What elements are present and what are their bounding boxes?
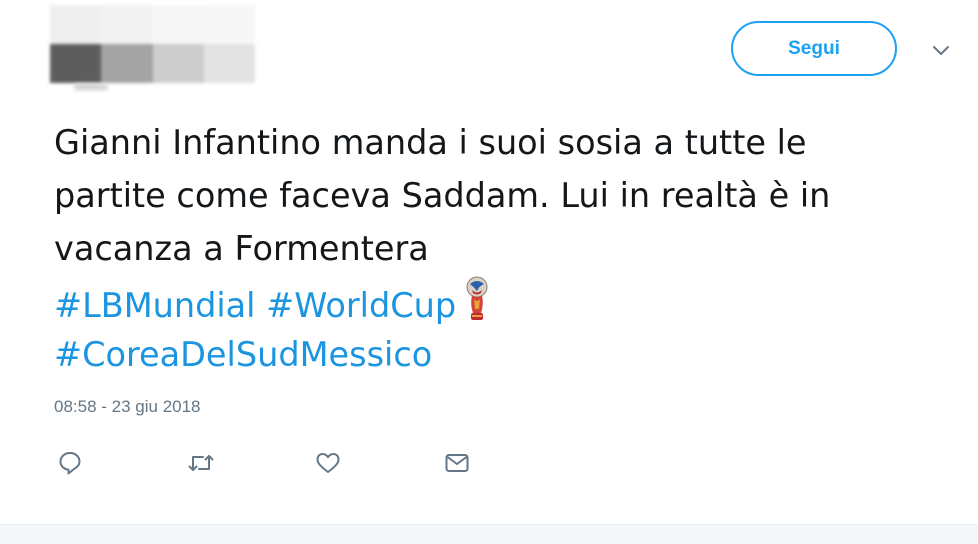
blurred-user-name — [74, 84, 108, 90]
like-icon[interactable] — [313, 449, 343, 477]
hashtag-coreadelsudmessico[interactable]: #CoreaDelSudMessico — [54, 335, 432, 374]
hashtag-lbmundial[interactable]: #LBMundial — [54, 286, 256, 325]
chevron-down-icon[interactable] — [928, 38, 954, 64]
tweet-text-line: Gianni Infantino manda i suoi sosia a tu… — [54, 123, 807, 162]
tweet-bottom-divider — [0, 524, 978, 544]
hashtag-line: #LBMundial #WorldCup — [54, 275, 954, 328]
hashtag-line: #CoreaDelSudMessico — [54, 328, 954, 381]
retweet-icon[interactable] — [186, 449, 216, 477]
blurred-user-avatar[interactable] — [50, 5, 255, 83]
tweet-text-line: partite come faceva Saddam. Lui in realt… — [54, 176, 831, 215]
follow-button[interactable]: Segui — [731, 21, 897, 76]
world-cup-trophy-icon — [464, 275, 490, 338]
tweet-text: Gianni Infantino manda i suoi sosia a tu… — [54, 116, 954, 381]
hashtag-worldcup[interactable]: #WorldCup — [266, 286, 456, 325]
tweet-text-line: vacanza a Formentera — [54, 229, 429, 268]
direct-message-icon[interactable] — [442, 449, 472, 477]
tweet-timestamp[interactable]: 08:58 - 23 giu 2018 — [54, 397, 201, 417]
reply-icon[interactable] — [55, 449, 85, 477]
